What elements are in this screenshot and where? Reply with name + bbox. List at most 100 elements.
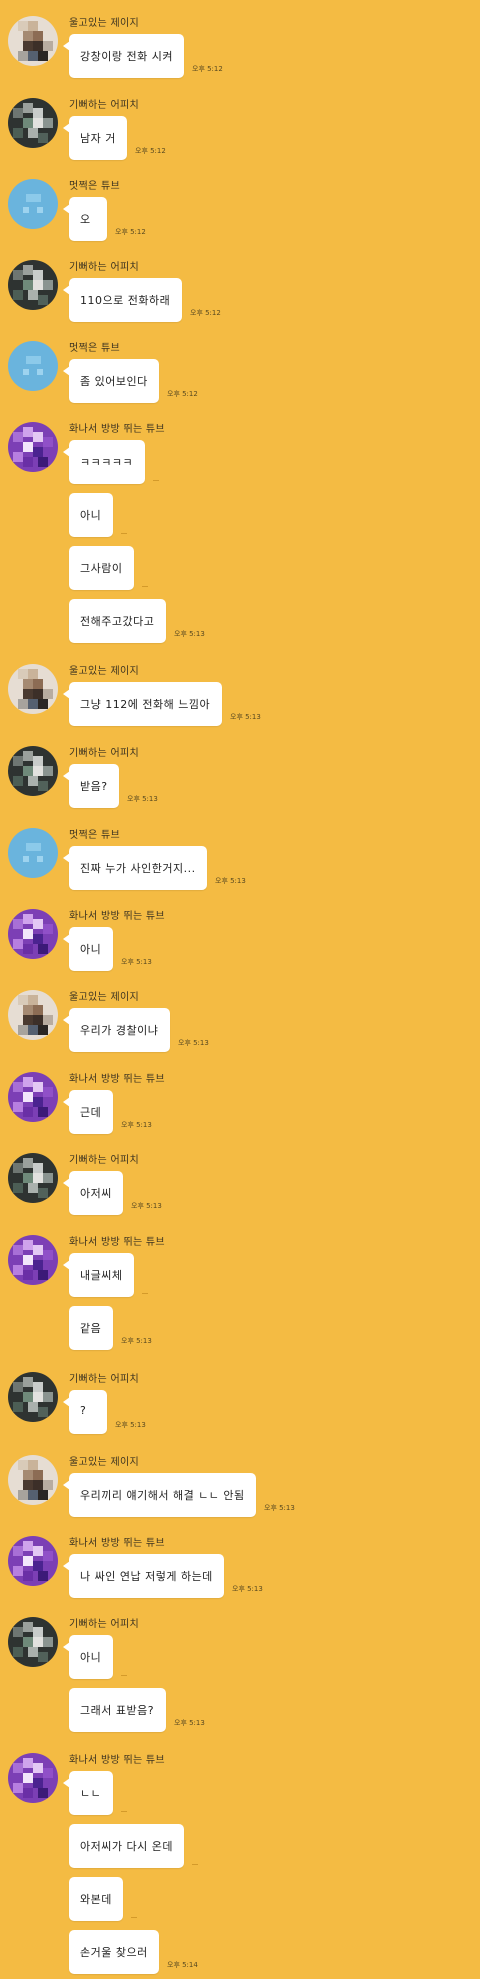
message-bubble[interactable]: 나 싸인 연납 저렇게 하는데 <box>63 1554 224 1598</box>
avatar-apeach-icon[interactable] <box>8 260 58 310</box>
message-bubble[interactable]: 그래서 표받음? <box>69 1688 166 1732</box>
message-text: 우리가 경찰이냐 <box>80 1024 159 1037</box>
read-marker <box>131 1917 137 1918</box>
avatar-jayg-icon[interactable] <box>8 990 58 1040</box>
message-bubble[interactable]: 우리끼리 얘기해서 해결 ㄴㄴ 안됨 <box>63 1473 256 1517</box>
message-bubble[interactable]: 오 <box>63 197 107 241</box>
sender-name: 화나서 방방 뛰는 튜브 <box>69 1074 165 1085</box>
message-text: 110으로 전화하래 <box>80 294 171 307</box>
avatar-jayg-icon[interactable] <box>8 664 58 714</box>
message-text: 받음? <box>80 780 108 793</box>
sender-name: 화나서 방방 뛰는 튜브 <box>69 1237 165 1248</box>
message-bubble[interactable]: ? <box>63 1390 107 1434</box>
avatar-apeach-icon[interactable] <box>8 1153 58 1203</box>
sender-name: 기뻐하는 어피치 <box>69 100 139 111</box>
message-bubble[interactable]: 손거울 찾으러 <box>69 1930 159 1974</box>
message-timestamp: 오후 5:12 <box>190 309 221 317</box>
message-timestamp: 오후 5:13 <box>121 1337 152 1345</box>
avatar-apeach-icon[interactable] <box>8 746 58 796</box>
avatar-tube-purple-icon[interactable] <box>8 1536 58 1586</box>
avatar-tube-purple-icon[interactable] <box>8 1235 58 1285</box>
message-timestamp: 오후 5:12 <box>192 65 223 73</box>
message-bubble[interactable]: 같음 <box>69 1306 113 1350</box>
message-bubble[interactable]: 내글씨체 <box>63 1253 134 1297</box>
message-bubble[interactable]: 전해주고갔다고 <box>69 599 166 643</box>
message-text: 전해주고갔다고 <box>80 615 155 628</box>
avatar-apeach-icon[interactable] <box>8 98 58 148</box>
message-text: 진짜 누가 사인한거지... <box>80 862 196 875</box>
message-text: 그사람이 <box>80 562 123 575</box>
message-timestamp: 오후 5:13 <box>121 1121 152 1129</box>
chat-message-list[interactable]: 울고있는 제이지 강창이랑 전화 시켜 오후 5:12 기뻐하는 어피치 남자 거 오후 … <box>0 0 480 1979</box>
message-timestamp: 오후 5:13 <box>131 1202 162 1210</box>
message-bubble[interactable]: 아저씨 <box>63 1171 123 1215</box>
message-timestamp: 오후 5:13 <box>127 795 158 803</box>
avatar-jayg-icon[interactable] <box>8 16 58 66</box>
message-text: 남자 거 <box>80 132 116 145</box>
read-marker <box>121 1675 127 1676</box>
message-timestamp: 오후 5:14 <box>167 1961 198 1969</box>
message-timestamp: 오후 5:13 <box>264 1504 295 1512</box>
message-text: ㅋㅋㅋㅋㅋ <box>80 456 134 469</box>
sender-name: 울고있는 제이지 <box>69 18 139 29</box>
sender-name: 화나서 방방 뛰는 튜브 <box>69 911 165 922</box>
read-marker <box>192 1864 198 1865</box>
sender-name: 화나서 방방 뛰는 튜브 <box>69 424 165 435</box>
read-marker <box>142 1293 148 1294</box>
message-bubble[interactable]: 그냥 112에 전화해 느낌아 <box>63 682 222 726</box>
message-bubble[interactable]: 좀 있어보인다 <box>63 359 159 403</box>
message-bubble[interactable]: 와본데 <box>69 1877 123 1921</box>
message-bubble[interactable]: 받음? <box>63 764 119 808</box>
message-text: 아니 <box>80 1651 102 1664</box>
message-timestamp: 오후 5:13 <box>232 1585 263 1593</box>
avatar-tube-purple-icon[interactable] <box>8 422 58 472</box>
message-text: 좀 있어보인다 <box>80 375 148 388</box>
sender-name: 기뻐하는 어피치 <box>69 748 139 759</box>
message-timestamp: 오후 5:13 <box>178 1039 209 1047</box>
avatar-apeach-icon[interactable] <box>8 1372 58 1422</box>
message-bubble[interactable]: 110으로 전화하래 <box>63 278 182 322</box>
message-text: 우리끼리 얘기해서 해결 ㄴㄴ 안됨 <box>80 1489 245 1502</box>
message-text: ㄴㄴ <box>80 1787 102 1800</box>
message-timestamp: 오후 5:13 <box>230 713 261 721</box>
message-bubble[interactable]: 아저씨가 다시 온데 <box>69 1824 184 1868</box>
avatar-apeach-icon[interactable] <box>8 1617 58 1667</box>
message-text: 오 <box>80 213 91 226</box>
sender-name: 기뻐하는 어피치 <box>69 1155 139 1166</box>
message-bubble[interactable]: ㄴㄴ <box>63 1771 113 1815</box>
sender-name: 멋쩍은 튜브 <box>69 830 120 841</box>
avatar-tube-blue-icon[interactable] <box>8 179 58 229</box>
read-marker <box>142 586 148 587</box>
message-bubble[interactable]: 강창이랑 전화 시켜 <box>63 34 184 78</box>
avatar-jayg-icon[interactable] <box>8 1455 58 1505</box>
sender-name: 기뻐하는 어피치 <box>69 262 139 273</box>
avatar-tube-purple-icon[interactable] <box>8 1753 58 1803</box>
message-text: 아저씨가 다시 온데 <box>80 1840 173 1853</box>
avatar-tube-blue-icon[interactable] <box>8 341 58 391</box>
message-text: 아니 <box>80 943 102 956</box>
message-bubble[interactable]: 그사람이 <box>69 546 134 590</box>
message-text: 나 싸인 연납 저렇게 하는데 <box>80 1570 213 1583</box>
message-timestamp: 오후 5:12 <box>115 228 146 236</box>
avatar-tube-blue-icon[interactable] <box>8 828 58 878</box>
message-bubble[interactable]: 아니 <box>63 1635 113 1679</box>
message-text: 아저씨 <box>80 1187 112 1200</box>
message-bubble[interactable]: 진짜 누가 사인한거지... <box>63 846 207 890</box>
message-text: 내글씨체 <box>80 1269 123 1282</box>
message-text: 아니 <box>80 509 102 522</box>
message-text: 손거울 찾으러 <box>80 1946 148 1959</box>
message-bubble[interactable]: 아니 <box>63 927 113 971</box>
message-timestamp: 오후 5:13 <box>174 630 205 638</box>
sender-name: 멋쩍은 튜브 <box>69 181 120 192</box>
message-bubble[interactable]: 아니 <box>69 493 113 537</box>
message-text: 강창이랑 전화 시켜 <box>80 50 173 63</box>
avatar-tube-purple-icon[interactable] <box>8 909 58 959</box>
avatar-tube-purple-icon[interactable] <box>8 1072 58 1122</box>
message-bubble[interactable]: 우리가 경찰이냐 <box>63 1008 170 1052</box>
message-text: 그래서 표받음? <box>80 1704 155 1717</box>
message-bubble[interactable]: ㅋㅋㅋㅋㅋ <box>63 440 145 484</box>
message-text: 와본데 <box>80 1893 112 1906</box>
message-bubble[interactable]: 남자 거 <box>63 116 127 160</box>
sender-name: 기뻐하는 어피치 <box>69 1374 139 1385</box>
message-bubble[interactable]: 근데 <box>63 1090 113 1134</box>
